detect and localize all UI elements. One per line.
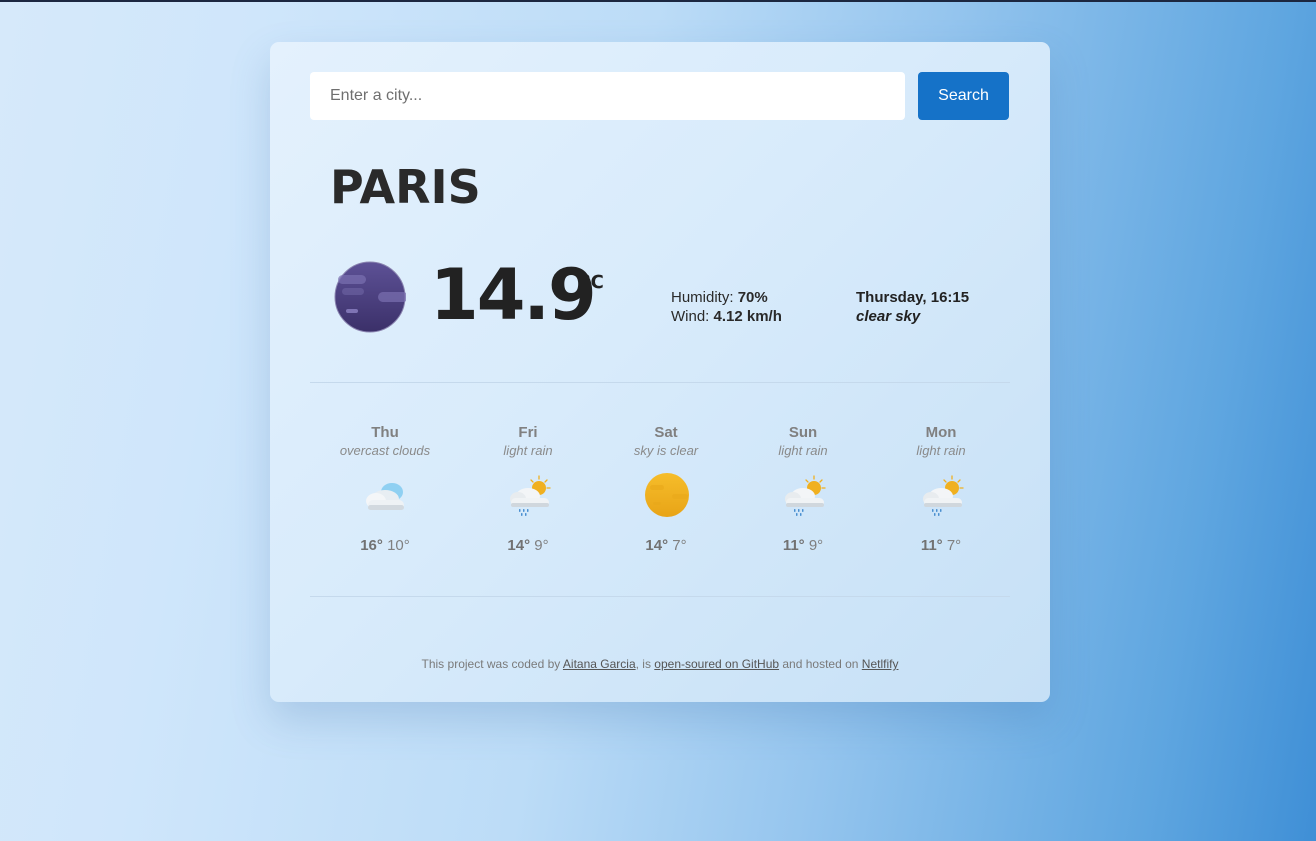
humidity-value: 70% <box>737 289 768 306</box>
weather-card: Search PARIS 14.9 ℃ Humidity: 70% Wind: … <box>270 42 1050 702</box>
current-temperature: 14.9 <box>430 254 597 336</box>
weather-details: Humidity: 70% Wind: 4.12 km/h <box>671 288 782 326</box>
forecast-day: Thu overcast clouds 16° 10° <box>325 424 445 554</box>
forecast-max: 16° <box>360 537 383 554</box>
current-datetime: Thursday, 16:15 <box>856 289 970 306</box>
search-button[interactable]: Search <box>918 72 1009 120</box>
humidity-label: Humidity: <box>671 289 734 306</box>
forecast-day-name: Sun <box>788 424 818 441</box>
forecast-description: overcast clouds <box>339 443 431 458</box>
temperature-unit: ℃ <box>582 272 604 293</box>
forecast-row: Thu overcast clouds 16° 10° Fri light ra… <box>310 424 1010 564</box>
sun-icon <box>645 473 689 517</box>
forecast-day: Fri light rain 14° 9° <box>468 424 588 554</box>
city-search-input[interactable] <box>310 72 905 120</box>
footer-text: , is <box>635 657 655 671</box>
github-link[interactable]: open-soured on GitHub <box>654 657 779 671</box>
forecast-temperatures: 14° 7° <box>606 537 726 554</box>
forecast-day-name: Thu <box>371 424 399 441</box>
forecast-temperatures: 11° 7° <box>881 537 1001 554</box>
forecast-description: light rain <box>916 443 966 458</box>
city-name: PARIS <box>330 160 481 214</box>
forecast-day-name: Mon <box>925 424 957 441</box>
wind-value: 4.12 km/h <box>713 308 782 325</box>
sun-cloud-rain-icon <box>923 475 964 516</box>
forecast-min: 9° <box>534 537 549 554</box>
netlify-link[interactable]: Netlfify <box>862 657 899 671</box>
sun-cloud-rain-icon <box>785 475 826 516</box>
divider-bottom <box>310 596 1010 597</box>
forecast-description: light rain <box>503 443 553 458</box>
forecast-min: 7° <box>672 537 687 554</box>
wind-row: Wind: 4.12 km/h <box>671 307 782 326</box>
forecast-day: Sun light rain 11° 9° <box>743 424 863 554</box>
forecast-min: 7° <box>946 537 962 554</box>
sun-cloud-rain-icon <box>510 475 551 516</box>
footer-text: and hosted on <box>779 657 862 671</box>
forecast-temperatures: 16° 10° <box>325 537 445 554</box>
forecast-max: 14° <box>507 537 531 554</box>
humidity-row: Humidity: 70% <box>671 288 782 307</box>
current-description: clear sky <box>856 308 921 325</box>
clear-night-moon-icon <box>334 261 406 333</box>
date-and-condition: Thursday, 16:15 clear sky <box>856 288 969 326</box>
forecast-max: 11° <box>920 537 943 554</box>
wind-label: Wind: <box>671 308 710 325</box>
forecast-description: sky is clear <box>633 443 699 458</box>
forecast-day: Mon light rain 11° 7° <box>881 424 1001 554</box>
forecast-day-name: Fri <box>518 424 538 441</box>
footer-text: This project was coded by <box>421 657 563 671</box>
forecast-day: Sat sky is clear 14° 7° <box>606 424 726 554</box>
forecast-max: 14° <box>645 537 669 554</box>
browser-top-edge <box>0 0 1316 2</box>
overcast-clouds-icon <box>366 483 404 510</box>
forecast-description: light rain <box>778 443 828 458</box>
forecast-day-name: Sat <box>654 424 678 441</box>
divider-top <box>310 382 1010 383</box>
forecast-temperatures: 14° 9° <box>468 537 588 554</box>
forecast-min: 9° <box>808 537 824 554</box>
footer: This project was coded by Aitana Garcia,… <box>270 657 1050 671</box>
forecast-max: 11° <box>782 537 805 554</box>
forecast-temperatures: 11° 9° <box>743 537 863 554</box>
author-link[interactable]: Aitana Garcia <box>563 657 636 671</box>
forecast-min: 10° <box>387 537 410 554</box>
